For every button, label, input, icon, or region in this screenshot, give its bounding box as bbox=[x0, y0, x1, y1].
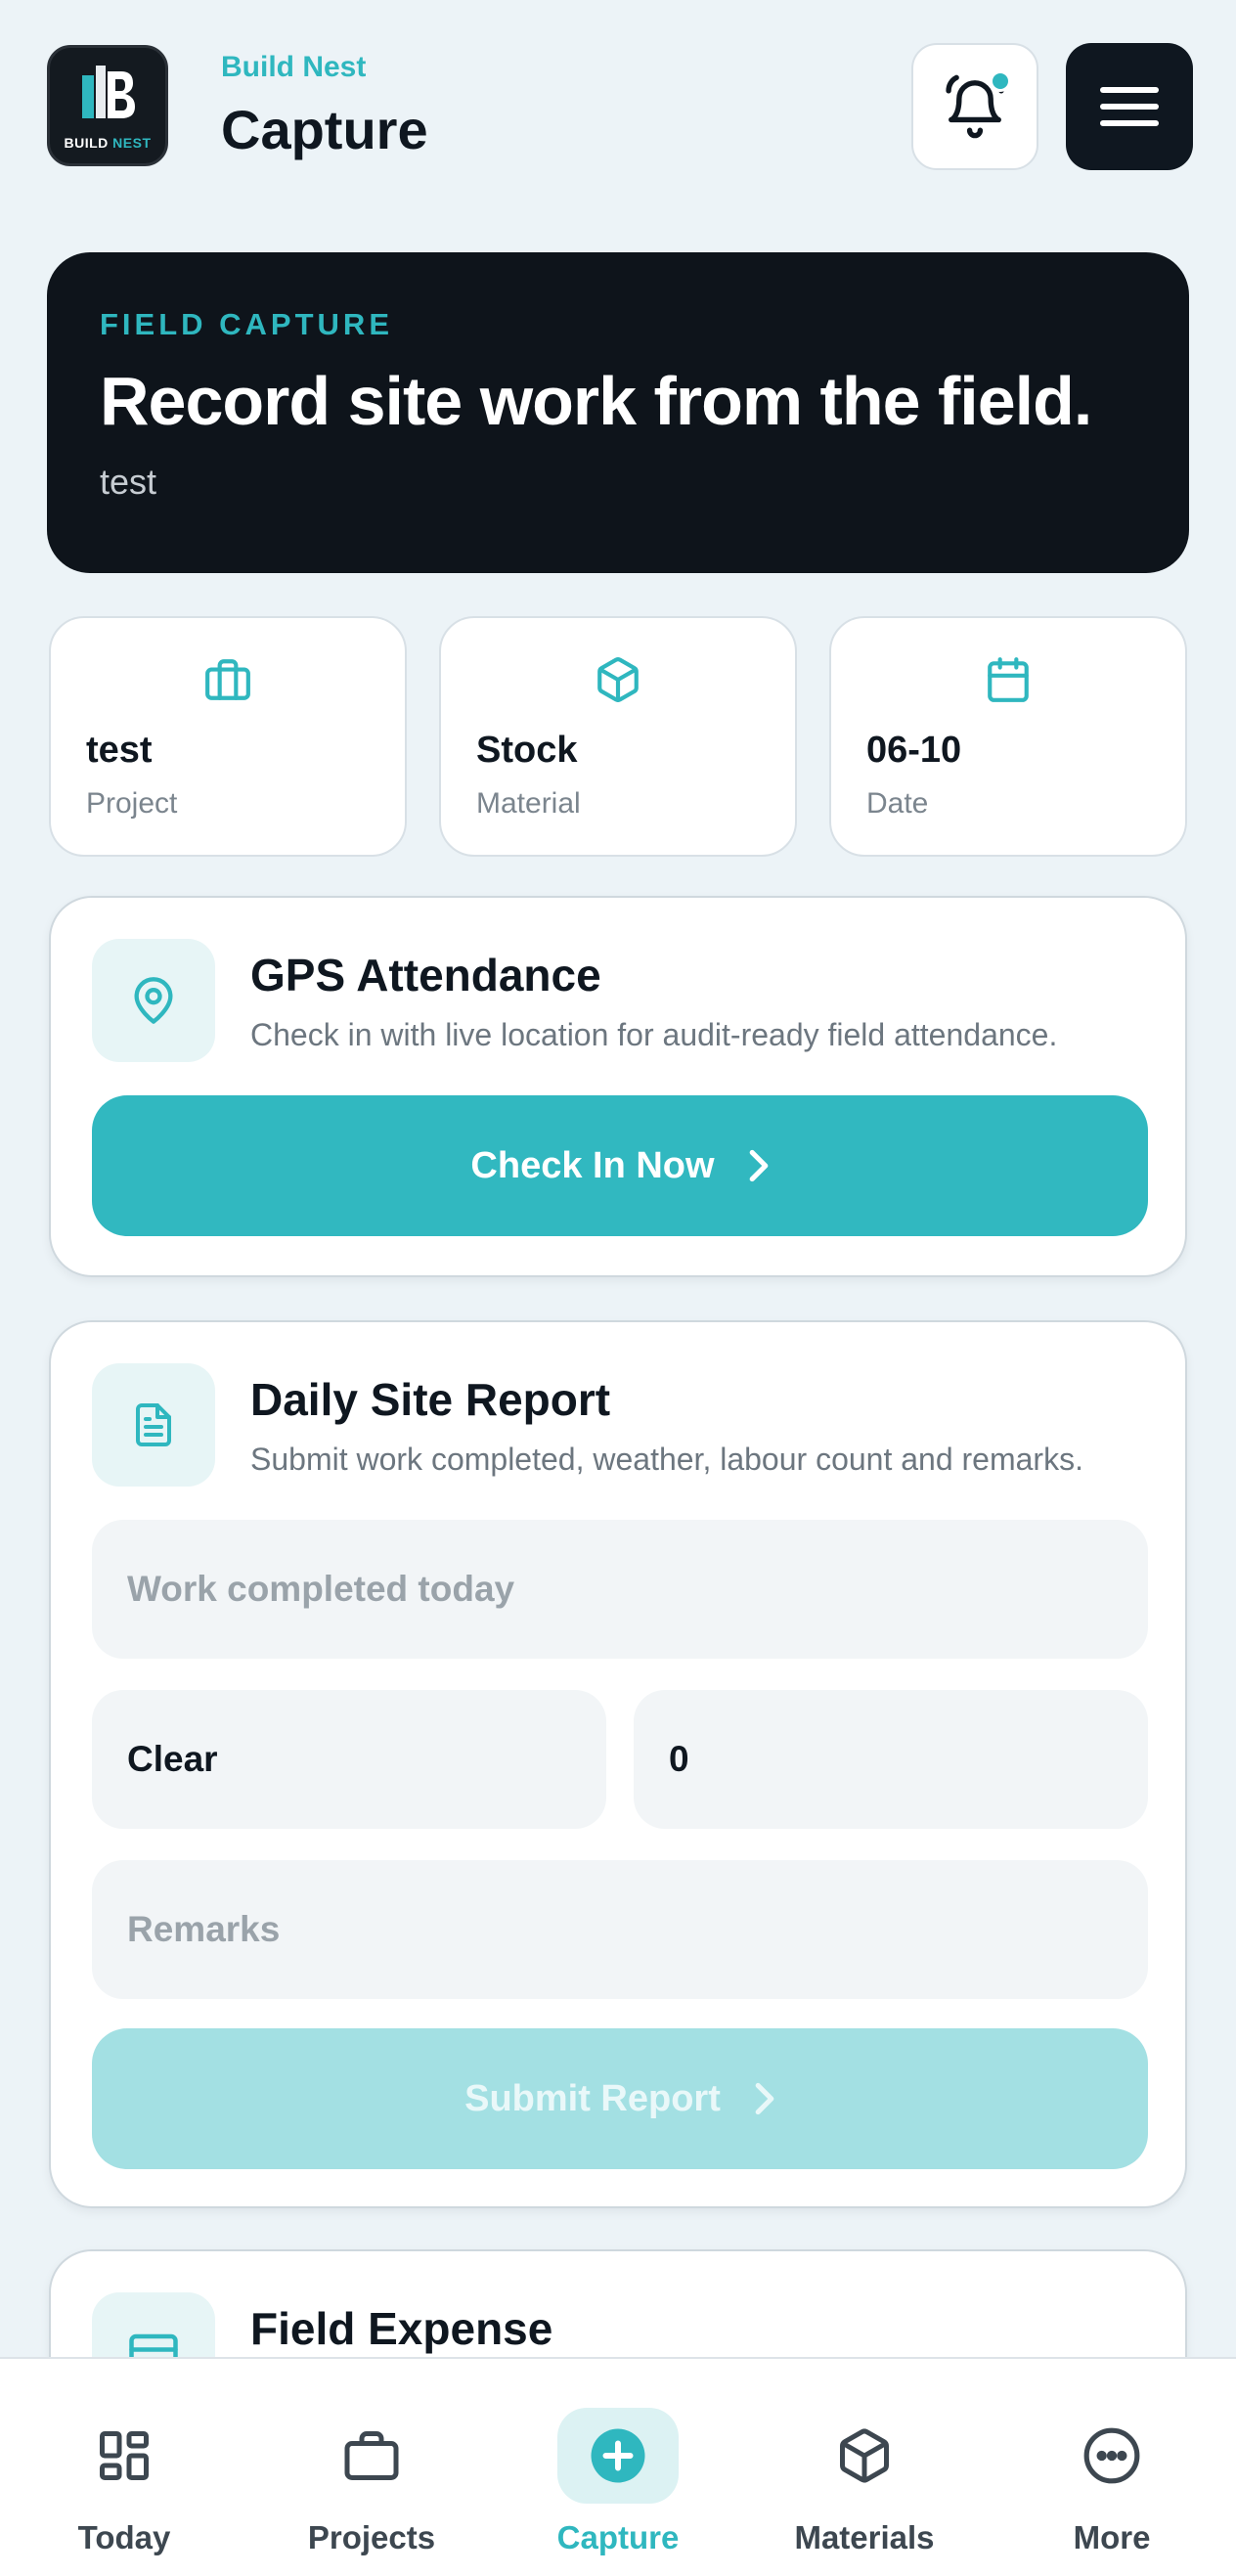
logo-mark bbox=[78, 62, 137, 131]
nav-item-today[interactable]: Today bbox=[26, 2408, 222, 2564]
stat-value: 06-10 bbox=[866, 730, 962, 771]
daily-site-report-card: Daily Site Report Submit work completed,… bbox=[49, 1320, 1187, 2208]
nav-label: Materials bbox=[794, 2519, 935, 2555]
page-title: Capture bbox=[221, 99, 428, 160]
hero-eyebrow: FIELD CAPTURE bbox=[100, 307, 393, 341]
calendar-icon bbox=[988, 657, 1029, 702]
card-icon-box bbox=[92, 1363, 215, 1487]
nav-item-projects[interactable]: Projects bbox=[274, 2408, 469, 2564]
hamburger-menu-icon bbox=[1100, 87, 1159, 126]
stat-value: test bbox=[86, 730, 153, 771]
check-in-label: Check In Now bbox=[470, 1144, 715, 1186]
dashboard-icon bbox=[100, 2431, 149, 2480]
nav-label: Capture bbox=[556, 2519, 680, 2555]
hero-banner: FIELD CAPTURE Record site work from the … bbox=[47, 252, 1189, 573]
chevron-right-icon bbox=[755, 2082, 774, 2115]
brand-name: Build Nest bbox=[221, 51, 367, 83]
nav-item-capture[interactable]: Capture bbox=[520, 2408, 716, 2564]
cube-icon bbox=[597, 657, 639, 702]
card-description: Submit work completed, weather, labour c… bbox=[250, 1442, 1083, 1477]
card-title: Daily Site Report bbox=[250, 1374, 611, 1425]
cube-icon bbox=[840, 2428, 889, 2483]
gps-attendance-card: GPS Attendance Check in with live locati… bbox=[49, 896, 1187, 1277]
menu-button[interactable] bbox=[1066, 43, 1193, 170]
card-description: Check in with live location for audit-re… bbox=[250, 1017, 1058, 1052]
stat-card-date[interactable]: 06-10 Date bbox=[829, 616, 1187, 857]
nav-label: Today bbox=[77, 2519, 171, 2555]
nav-item-more[interactable]: More bbox=[1014, 2408, 1210, 2564]
hero-title: Record site work from the field. bbox=[100, 363, 1092, 439]
remarks-input[interactable]: Remarks bbox=[92, 1860, 1148, 1999]
more-icon bbox=[1083, 2427, 1140, 2484]
briefcase-icon bbox=[205, 659, 250, 700]
top-bar: BUILD NEST Build Nest Capture bbox=[47, 43, 1193, 172]
check-in-button[interactable]: Check In Now bbox=[92, 1095, 1148, 1236]
document-icon bbox=[136, 1403, 171, 1446]
stat-value: Stock bbox=[476, 730, 578, 771]
card-icon-box bbox=[92, 939, 215, 1062]
nav-label: More bbox=[1073, 2519, 1151, 2555]
card-title: Field Expense bbox=[250, 2303, 553, 2354]
map-pin-icon bbox=[134, 977, 173, 1024]
stat-label: Material bbox=[476, 787, 581, 820]
submit-report-label: Submit Report bbox=[464, 2077, 721, 2119]
notification-dot bbox=[990, 70, 1011, 92]
card-title: GPS Attendance bbox=[250, 950, 601, 1000]
weather-input[interactable]: Clear bbox=[92, 1690, 606, 1829]
building-logo-icon bbox=[82, 65, 135, 118]
submit-report-button[interactable]: Submit Report bbox=[92, 2028, 1148, 2169]
plus-circle-icon bbox=[591, 2428, 645, 2483]
build-nest-logo[interactable]: BUILD NEST bbox=[47, 45, 168, 166]
logo-text: BUILD NEST bbox=[64, 134, 152, 151]
stat-card-project[interactable]: test Project bbox=[49, 616, 407, 857]
nav-label: Projects bbox=[307, 2519, 436, 2555]
nav-item-materials[interactable]: Materials bbox=[767, 2408, 962, 2564]
stat-label: Date bbox=[866, 787, 929, 820]
stat-label: Project bbox=[86, 787, 178, 820]
stat-card-material[interactable]: Stock Material bbox=[439, 616, 797, 857]
chevron-right-icon bbox=[749, 1149, 768, 1182]
notifications-button[interactable] bbox=[911, 43, 1038, 170]
hero-subtitle: test bbox=[100, 462, 157, 502]
work-completed-input[interactable]: Work completed today bbox=[92, 1520, 1148, 1659]
bottom-navigation: Today Projects Capture Materials More bbox=[0, 2357, 1236, 2576]
labour-count-input[interactable]: 0 bbox=[634, 1690, 1148, 1829]
briefcase-icon bbox=[344, 2431, 399, 2480]
